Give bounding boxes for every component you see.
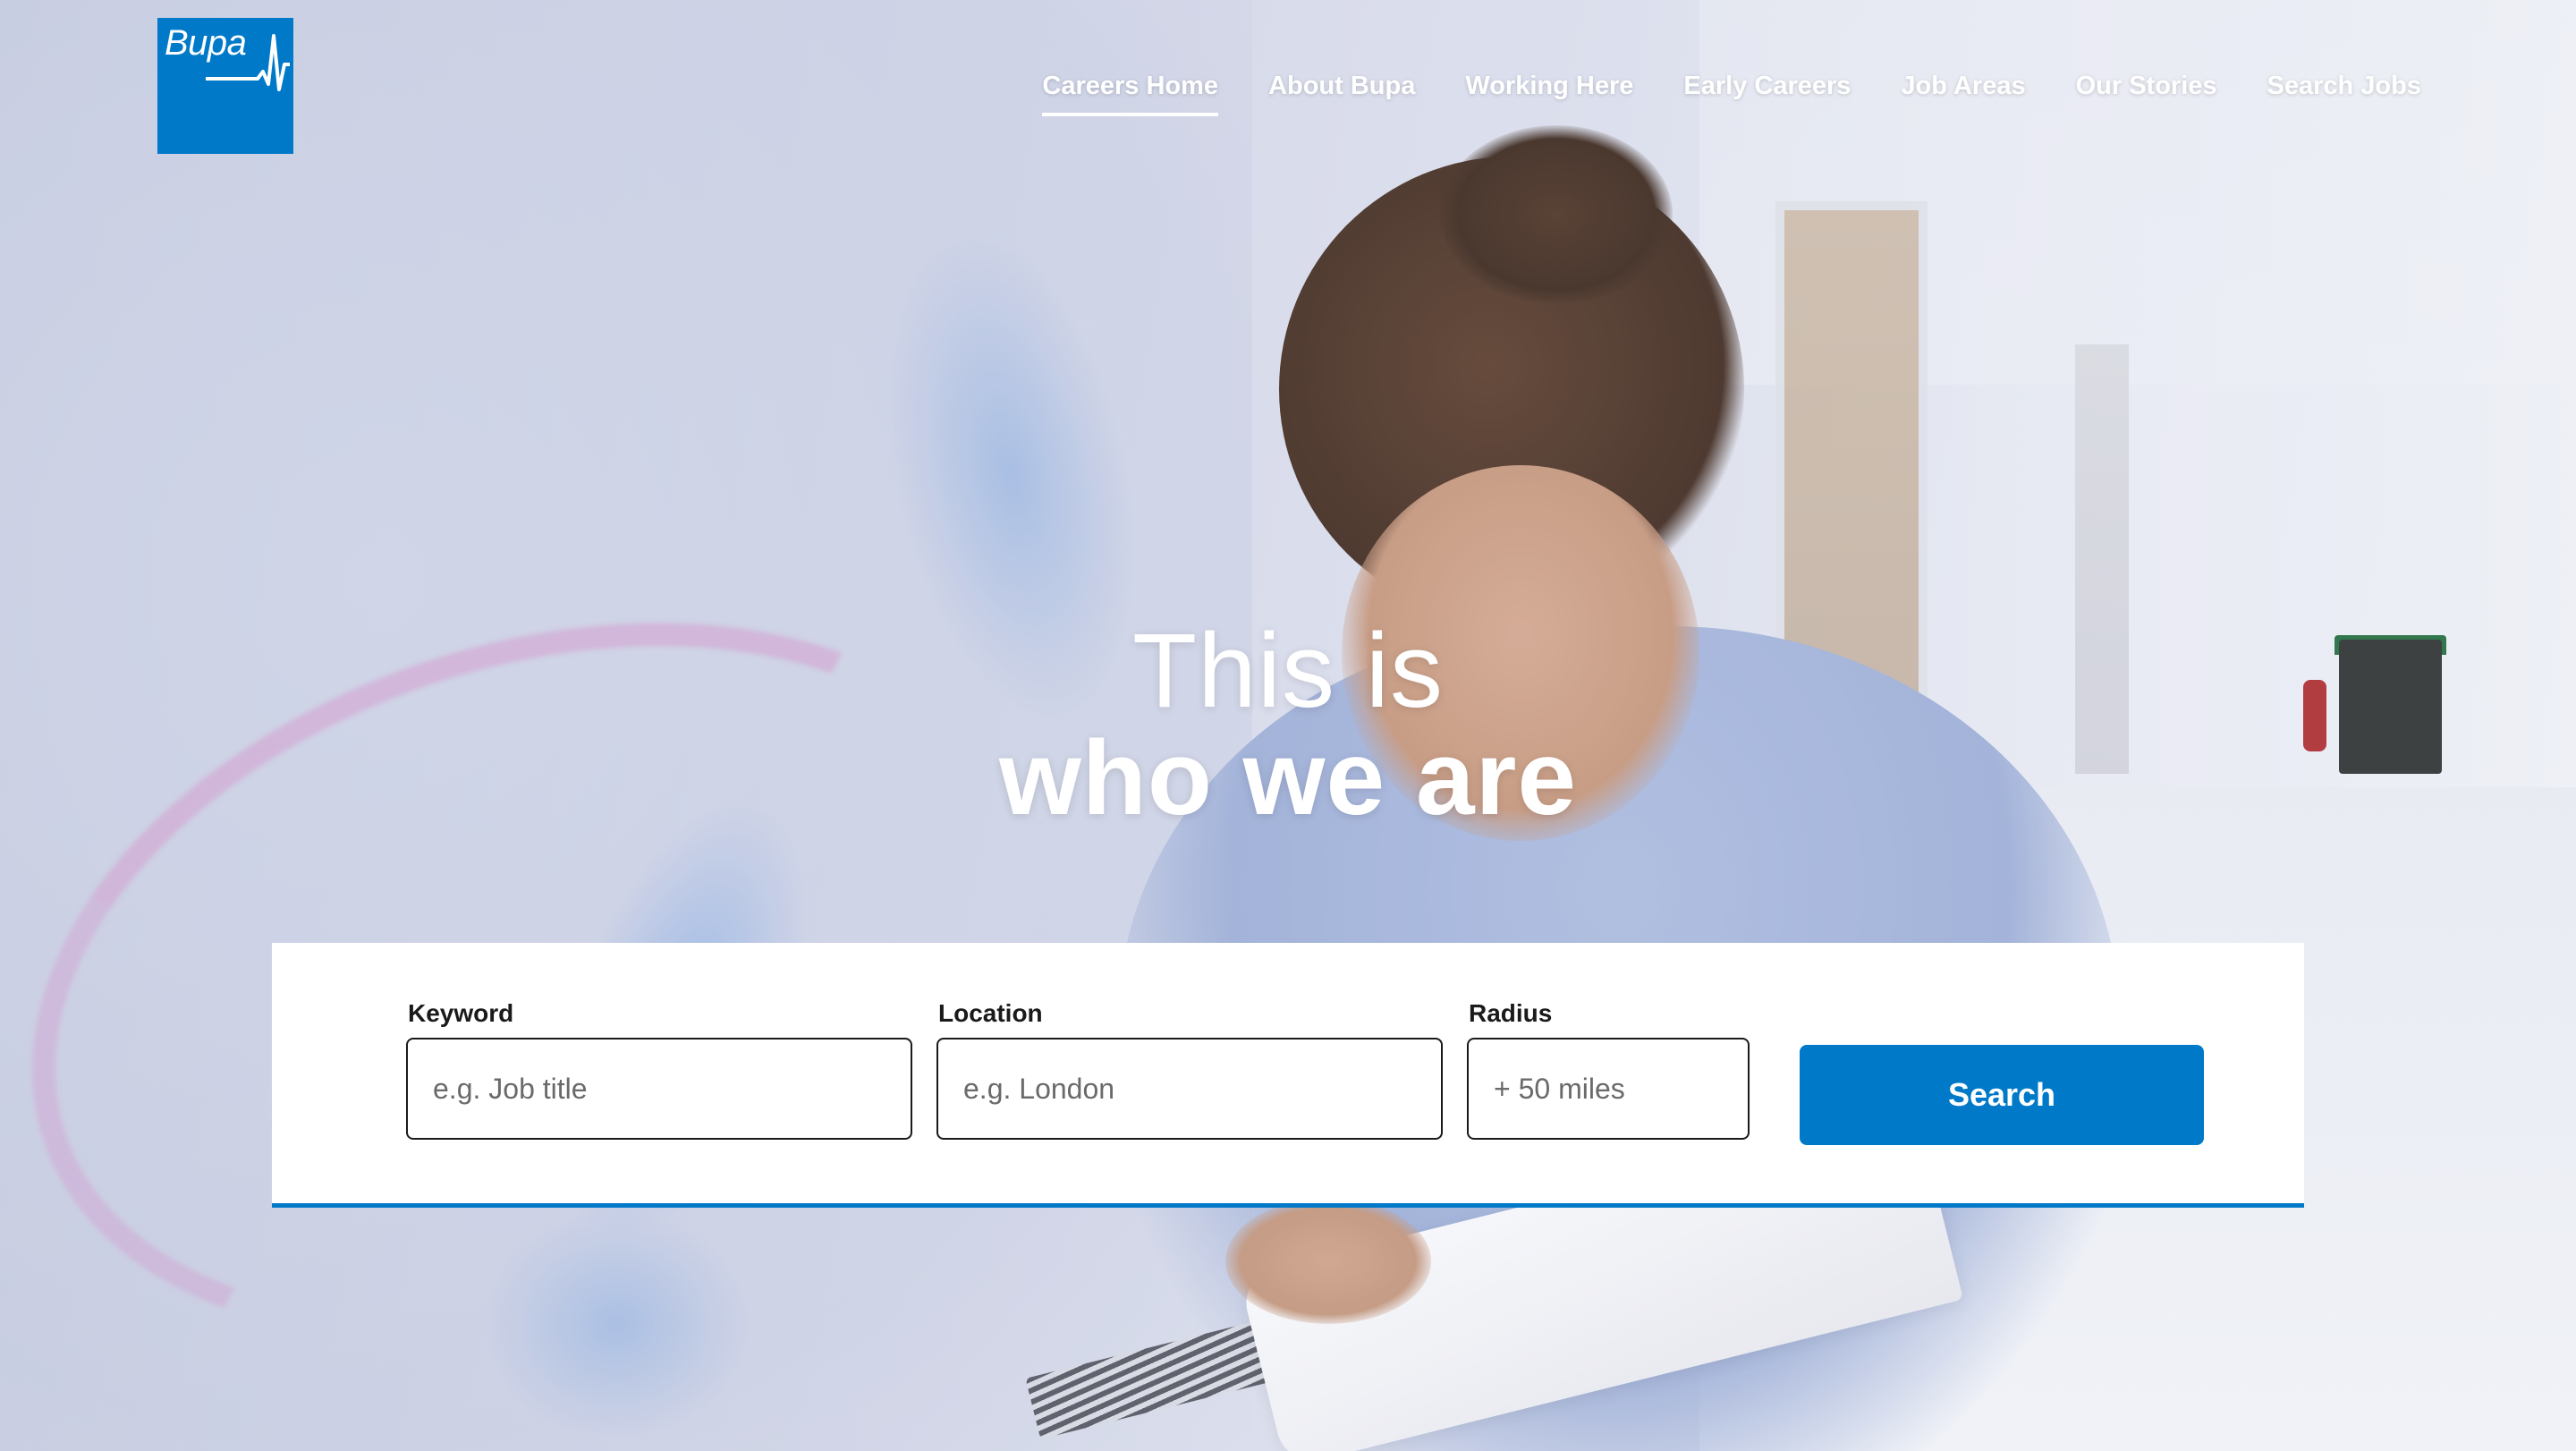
heartbeat-icon bbox=[206, 34, 290, 91]
job-search-panel: Keyword Location Radius Search bbox=[272, 943, 2304, 1208]
hero-headline-line2: who we are bbox=[998, 719, 1578, 837]
location-label: Location bbox=[938, 999, 1043, 1027]
radius-field-group: Radius bbox=[1467, 998, 1750, 1140]
nav-working-here[interactable]: Working Here bbox=[1465, 70, 1633, 102]
nav-our-stories[interactable]: Our Stories bbox=[2076, 70, 2217, 102]
nav-job-areas[interactable]: Job Areas bbox=[1901, 70, 2025, 102]
keyword-input[interactable] bbox=[406, 1038, 912, 1140]
radius-label: Radius bbox=[1469, 999, 1553, 1027]
careers-page: Bupa Careers Home About Bupa Working Her… bbox=[0, 0, 2576, 1451]
location-input[interactable] bbox=[936, 1038, 1443, 1140]
nav-about-bupa[interactable]: About Bupa bbox=[1268, 70, 1415, 102]
main-nav: Careers Home About Bupa Working Here Ear… bbox=[1042, 70, 2421, 116]
location-field-group: Location bbox=[936, 998, 1443, 1140]
nav-early-careers[interactable]: Early Careers bbox=[1683, 70, 1851, 102]
hero-headline: This is who we are bbox=[0, 617, 2576, 832]
bupa-logo[interactable]: Bupa bbox=[157, 18, 293, 154]
nav-careers-home[interactable]: Careers Home bbox=[1042, 70, 1218, 116]
keyword-label: Keyword bbox=[408, 999, 514, 1027]
hero-headline-line1: This is bbox=[1132, 612, 1444, 730]
keyword-field-group: Keyword bbox=[406, 998, 912, 1140]
nav-search-jobs[interactable]: Search Jobs bbox=[2267, 70, 2421, 102]
search-button[interactable]: Search bbox=[1800, 1045, 2204, 1145]
radius-input[interactable] bbox=[1467, 1038, 1750, 1140]
